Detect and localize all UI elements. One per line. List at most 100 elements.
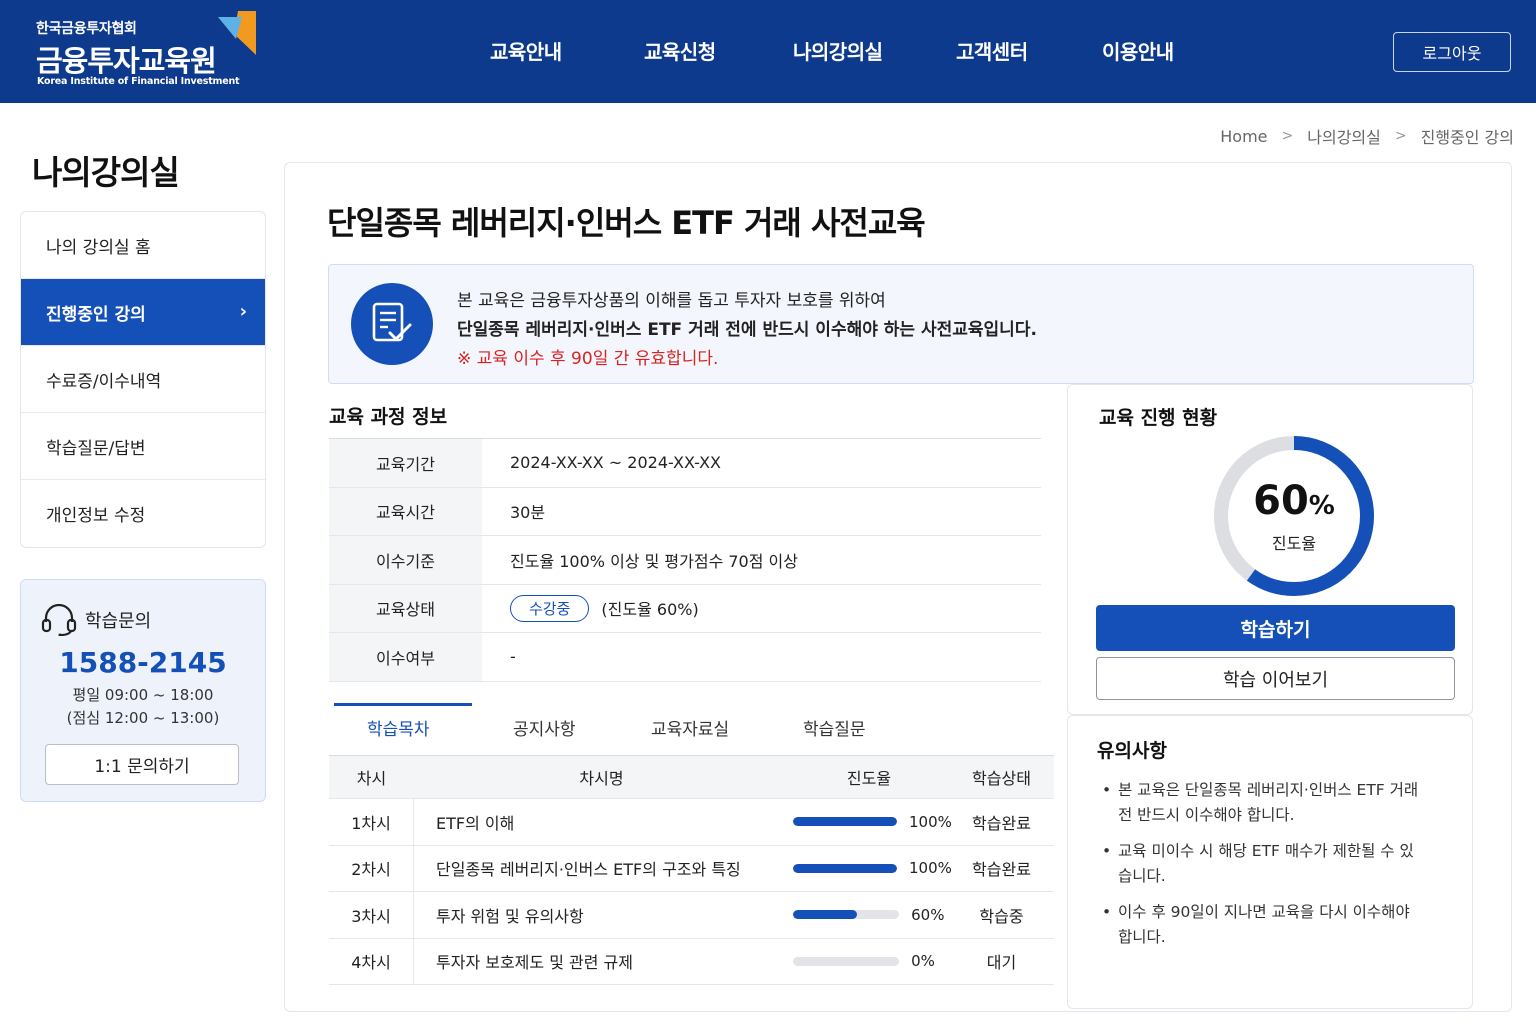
start-learning-button[interactable]: 학습하기	[1096, 605, 1455, 651]
list-item: 이수 후 90일이 지나면 교육을 다시 이수해야 합니다.	[1100, 900, 1420, 950]
page-title: 나의강의실	[32, 153, 180, 192]
progress-status-box: 교육 진행 현황 60% 진도율 학습하기 학습 이어보기	[1067, 384, 1473, 715]
one-on-one-inquiry-button[interactable]: 1:1 문의하기	[45, 744, 239, 785]
chevron-right-icon: >	[1281, 128, 1294, 144]
sidebar-menu: 나의 강의실 홈 진행중인 강의 › 수료증/이수내역 학습질문/답변 개인정보…	[20, 211, 266, 548]
lesson-number: 2차시	[329, 845, 414, 891]
nav-customer-center[interactable]: 고객센터	[956, 36, 1028, 65]
logo-mark-icon	[210, 11, 256, 55]
help-hours: 평일 09:00 ~ 18:00 (점심 12:00 ~ 13:00)	[21, 684, 265, 730]
help-hours-lunch: (점심 12:00 ~ 13:00)	[66, 709, 220, 727]
progress-bar	[793, 863, 897, 873]
table-row[interactable]: 4차시 투자자 보호제도 및 관련 규제 0% 대기	[329, 938, 1054, 985]
breadcrumb-home[interactable]: Home	[1220, 127, 1267, 146]
lesson-name: ETF의 이해	[436, 813, 515, 833]
tab-materials[interactable]: 교육자료실	[651, 715, 729, 740]
lesson-progress: 100%	[789, 812, 952, 831]
headset-icon	[41, 604, 77, 636]
site-name: 금융투자교육원	[36, 44, 217, 78]
lesson-name: 투자 위험 및 유의사항	[436, 906, 584, 926]
sidebar-item-certificates[interactable]: 수료증/이수내역	[21, 346, 265, 413]
progress-bar	[793, 956, 900, 966]
lesson-number: 1차시	[329, 799, 414, 845]
sidebar-item-qna[interactable]: 학습질문/답변	[21, 413, 265, 480]
progress-percent: 60%	[911, 905, 945, 924]
lesson-status: 학습완료	[972, 860, 1031, 880]
lesson-status: 학습중	[979, 906, 1024, 926]
info-value: 30분	[510, 503, 546, 523]
tab-questions[interactable]: 학습질문	[803, 715, 866, 740]
nav-my-classroom[interactable]: 나의강의실	[793, 36, 883, 65]
sidebar-item-in-progress[interactable]: 진행중인 강의 ›	[21, 279, 265, 346]
course-title: 단일종목 레버리지·인버스 ETF 거래 사전교육	[327, 204, 926, 242]
sidebar-item-profile-edit[interactable]: 개인정보 수정	[21, 480, 265, 547]
cautions-box: 유의사항 본 교육은 단일종목 레버리지·인버스 ETF 거래 전 반드시 이수…	[1067, 715, 1473, 1009]
progress-value-number: 60	[1253, 477, 1309, 524]
info-label: 이수여부	[329, 633, 482, 681]
top-header: 한국금융투자협회 금융투자교육원 Korea Institute of Fina…	[0, 0, 1536, 103]
progress-bar	[793, 910, 900, 920]
tab-notices[interactable]: 공지사항	[513, 715, 576, 740]
course-notice: 본 교육은 금융투자상품의 이해를 돕고 투자자 보호를 위하여 단일종목 레버…	[328, 264, 1474, 384]
progress-ring-center: 60% 진도율	[1211, 433, 1377, 599]
lessons-table: 차시 차시명 진도율 학습상태 1차시 ETF의 이해 100% 학습완료 2차…	[329, 756, 1054, 985]
sidebar-item-label: 개인정보 수정	[46, 506, 146, 526]
progress-title: 교육 진행 현황	[1099, 407, 1218, 429]
info-value: (진도율 60%)	[601, 600, 699, 620]
lesson-progress: 100%	[789, 859, 952, 877]
lesson-name: 단일종목 레버리지·인버스 ETF의 구조와 특징	[436, 860, 741, 880]
breadcrumb: Home > 나의강의실 > 진행중인 강의	[1220, 124, 1514, 148]
table-row[interactable]: 2차시 단일종목 레버리지·인버스 ETF의 구조와 특징 100% 학습완료	[329, 845, 1054, 892]
logout-button[interactable]: 로그아웃	[1393, 32, 1511, 72]
notice-line-3: ※ 교육 이수 후 90일 간 유효합니다.	[457, 349, 719, 369]
org-name: 한국금융투자협회	[36, 21, 137, 37]
sidebar-item-label: 나의 강의실 홈	[46, 237, 151, 258]
info-value: 2024-XX-XX ~ 2024-XX-XX	[510, 453, 722, 473]
lesson-progress: 0%	[789, 952, 949, 970]
progress-percent: 0%	[911, 952, 935, 971]
sidebar-item-label: 진행중인 강의	[46, 304, 146, 325]
cautions-list: 본 교육은 단일종목 레버리지·인버스 ETF 거래 전 반드시 이수해야 합니…	[1100, 778, 1420, 961]
info-label: 교육기간	[329, 439, 482, 487]
info-row-completion: 이수여부 -	[329, 633, 1041, 682]
sidebar-item-label: 수료증/이수내역	[46, 371, 162, 392]
continue-learning-button[interactable]: 학습 이어보기	[1096, 657, 1455, 700]
progress-bar-fill	[793, 863, 897, 873]
site-name-en: Korea Institute of Financial Investment	[37, 76, 240, 87]
progress-label: 진도율	[1271, 533, 1317, 553]
progress-bar	[793, 817, 897, 827]
info-value: 진도율 100% 이상 및 평가점수 70점 이상	[510, 551, 798, 571]
lesson-status: 학습완료	[972, 813, 1031, 833]
nav-education-apply[interactable]: 교육신청	[644, 36, 716, 65]
nav-education-info[interactable]: 교육안내	[490, 36, 562, 65]
column-header: 차시	[356, 769, 387, 788]
notice-text: 본 교육은 금융투자상품의 이해를 돕고 투자자 보호를 위하여 단일종목 레버…	[457, 287, 1037, 374]
course-info-table: 교육기간 2024-XX-XX ~ 2024-XX-XX 교육시간 30분 이수…	[329, 438, 1041, 682]
cautions-title: 유의사항	[1097, 740, 1167, 762]
info-row-status: 교육상태 수강중 (진도율 60%)	[329, 584, 1041, 633]
info-label: 교육시간	[329, 487, 482, 535]
list-item: 교육 미이수 시 해당 ETF 매수가 제한될 수 있습니다.	[1100, 839, 1420, 889]
help-phone-number: 1588-2145	[59, 646, 227, 679]
notice-line-2: 단일종목 레버리지·인버스 ETF 거래 전에 반드시 이수해야 하는 사전교육…	[457, 320, 1037, 340]
lesson-number: 4차시	[329, 938, 414, 984]
sidebar-item-classroom-home[interactable]: 나의 강의실 홈	[21, 212, 265, 279]
breadcrumb-my-classroom[interactable]: 나의강의실	[1307, 124, 1381, 148]
help-box: 학습문의 1588-2145 평일 09:00 ~ 18:00 (점심 12:0…	[20, 579, 266, 802]
status-badge: 수강중	[510, 594, 590, 622]
content-tabs: 학습목차 공지사항 교육자료실 학습질문	[329, 703, 1054, 756]
progress-bar-fill	[793, 817, 897, 827]
progress-bar-fill	[793, 910, 857, 920]
lesson-status: 대기	[986, 953, 1017, 973]
breadcrumb-current: 진행중인 강의	[1420, 128, 1514, 147]
info-row-criteria: 이수기준 진도율 100% 이상 및 평가점수 70점 이상	[329, 536, 1041, 585]
chevron-right-icon: >	[1394, 128, 1407, 144]
table-row[interactable]: 1차시 ETF의 이해 100% 학습완료	[329, 799, 1054, 846]
info-label: 교육상태	[329, 584, 482, 632]
tab-curriculum[interactable]: 학습목차	[367, 715, 430, 740]
help-title: 학습문의	[85, 611, 152, 632]
nav-usage-guide[interactable]: 이용안내	[1102, 36, 1174, 65]
progress-percent: 100%	[909, 812, 952, 831]
table-row[interactable]: 3차시 투자 위험 및 유의사항 60% 학습중	[329, 892, 1054, 939]
site-logo[interactable]: 한국금융투자협회 금융투자교육원 Korea Institute of Fina…	[36, 11, 266, 94]
